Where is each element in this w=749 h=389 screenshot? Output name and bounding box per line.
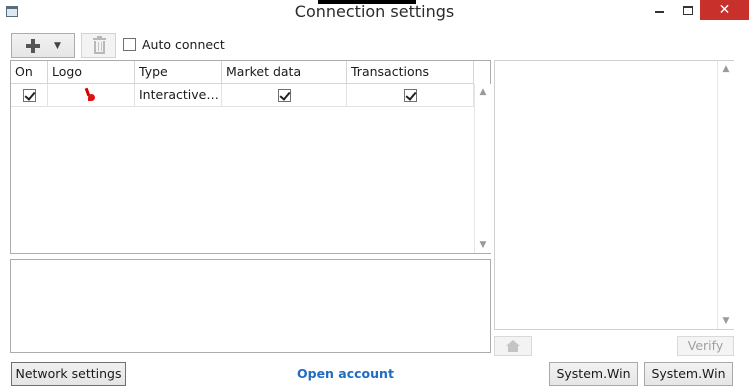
maximize-icon [683, 5, 693, 15]
trash-icon [93, 36, 106, 54]
title-overlay-block [318, 0, 416, 4]
grid-header: On Logo Type Market data Transactions [11, 61, 474, 84]
row-on-cell [11, 84, 48, 106]
column-header-market-data[interactable]: Market data [222, 61, 347, 83]
close-button[interactable]: ✕ [700, 0, 749, 20]
row-type-cell: Interactive… [135, 84, 222, 106]
auto-connect-checkbox[interactable] [123, 38, 136, 51]
add-connection-button[interactable]: ▼ [11, 33, 75, 58]
row-logo-cell [48, 84, 135, 106]
chevron-down-icon: ▼ [54, 41, 61, 51]
system-win-button-1[interactable]: System.Win [549, 362, 638, 386]
table-row[interactable]: Interactive… [11, 84, 474, 107]
market-data-checkbox[interactable] [277, 88, 291, 102]
scroll-up-icon[interactable]: ▲ [718, 64, 734, 74]
connections-grid: On Logo Type Market data Transactions In… [10, 60, 491, 254]
title-bar: Connection settings ✕ [0, 0, 749, 27]
scroll-down-icon[interactable]: ▼ [475, 240, 491, 250]
on-checkbox[interactable] [22, 88, 36, 102]
connection-settings-window: Connection settings ✕ ▼ Auto connect On … [0, 0, 749, 389]
minimize-button[interactable] [644, 0, 674, 20]
auto-connect-label: Auto connect [142, 37, 225, 52]
row-market-data-cell [222, 84, 347, 106]
side-list-panel: ▲ ▼ [494, 60, 734, 330]
plus-icon [26, 39, 40, 53]
delete-connection-button[interactable] [81, 33, 116, 58]
column-header-type[interactable]: Type [135, 61, 222, 83]
details-panel [10, 259, 491, 353]
scroll-down-icon[interactable]: ▼ [718, 316, 734, 326]
maximize-button[interactable] [673, 0, 703, 20]
network-settings-button[interactable]: Network settings [11, 362, 126, 386]
row-transactions-cell [347, 84, 474, 106]
close-icon: ✕ [718, 2, 731, 18]
scroll-up-icon[interactable]: ▲ [475, 87, 491, 97]
home-icon [506, 340, 520, 352]
broker-logo-icon [86, 88, 96, 102]
verify-button[interactable]: Verify [677, 336, 734, 356]
column-header-on[interactable]: On [11, 61, 48, 83]
side-list-scrollbar[interactable]: ▲ ▼ [717, 61, 734, 329]
transactions-checkbox[interactable] [403, 88, 417, 102]
column-header-logo[interactable]: Logo [48, 61, 135, 83]
auto-connect-option[interactable]: Auto connect [123, 37, 225, 52]
grid-scrollbar[interactable]: ▲ ▼ [474, 84, 491, 253]
open-account-link[interactable]: Open account [297, 366, 394, 381]
column-header-transactions[interactable]: Transactions [347, 61, 474, 83]
system-win-button-2[interactable]: System.Win [644, 362, 733, 386]
minimize-icon [654, 11, 664, 13]
home-button[interactable] [494, 336, 532, 356]
window-title: Connection settings [294, 2, 455, 21]
